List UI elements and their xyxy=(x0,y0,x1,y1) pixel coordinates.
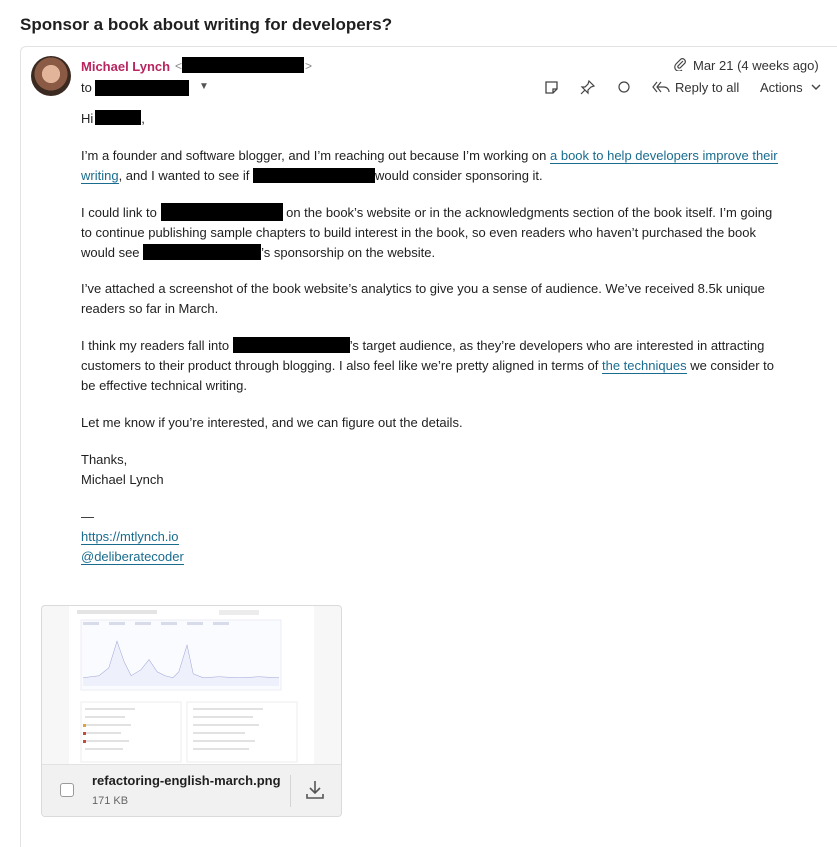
redacted-name xyxy=(95,110,142,125)
email-open-bracket: < xyxy=(175,59,183,73)
circle-icon[interactable] xyxy=(617,80,631,96)
note-icon[interactable] xyxy=(544,80,559,97)
paragraph-5: Let me know if you’re interested, and we… xyxy=(81,415,463,430)
paperclip-icon xyxy=(673,57,687,73)
redacted-sender-email xyxy=(182,57,304,73)
greeting: Hi, xyxy=(81,110,145,126)
paragraph-3: I’ve attached a screenshot of the book w… xyxy=(81,281,765,316)
paragraph-1: I’m a founder and software blogger, and … xyxy=(81,148,778,184)
attachment-card[interactable]: refactoring-english-march.png 171 KB xyxy=(41,605,342,817)
reply-all-button[interactable]: Reply to all xyxy=(675,80,739,95)
signoff: Thanks, xyxy=(81,452,128,467)
redacted-company xyxy=(160,203,283,221)
attachment-size: 171 KB xyxy=(92,795,129,807)
to-label: to xyxy=(81,80,92,95)
sender-avatar[interactable] xyxy=(31,56,71,96)
redacted-company xyxy=(253,168,375,183)
attachment-filename[interactable]: refactoring-english-march.png xyxy=(92,773,281,788)
message-date: Mar 21 (4 weeks ago) xyxy=(693,58,819,73)
paragraph-4: I think my readers fall into ’s target a… xyxy=(81,337,775,393)
techniques-link[interactable]: the techniques xyxy=(602,358,687,374)
attachment-thumbnail[interactable] xyxy=(69,606,314,764)
redacted-company xyxy=(143,244,262,260)
redacted-company xyxy=(232,337,350,353)
actions-menu-button[interactable]: Actions xyxy=(760,80,803,95)
recipient-dropdown-icon[interactable]: ▼ xyxy=(199,81,209,92)
pin-icon[interactable] xyxy=(580,79,596,97)
download-icon[interactable] xyxy=(304,779,326,803)
sender-name[interactable]: Michael Lynch xyxy=(81,59,170,74)
signature-dash: — xyxy=(81,509,94,524)
website-link[interactable]: https://mtlynch.io xyxy=(81,529,179,545)
signature-name: Michael Lynch xyxy=(81,472,164,487)
redacted-recipient xyxy=(95,80,189,96)
attachment-footer: refactoring-english-march.png 171 KB xyxy=(42,764,341,816)
attachment-divider xyxy=(290,775,291,807)
email-close-bracket: > xyxy=(305,59,313,73)
email-subject: Sponsor a book about writing for develop… xyxy=(20,15,393,34)
signature-link-row: https://mtlynch.io xyxy=(81,527,781,547)
chevron-down-icon[interactable] xyxy=(810,81,822,95)
reply-all-icon[interactable] xyxy=(652,80,670,96)
twitter-link[interactable]: @deliberatecoder xyxy=(81,549,184,565)
paragraph-2: I could link to on the book’s website or… xyxy=(81,203,773,260)
attachment-checkbox[interactable] xyxy=(60,783,74,797)
signature-link-row: @deliberatecoder xyxy=(81,547,781,567)
